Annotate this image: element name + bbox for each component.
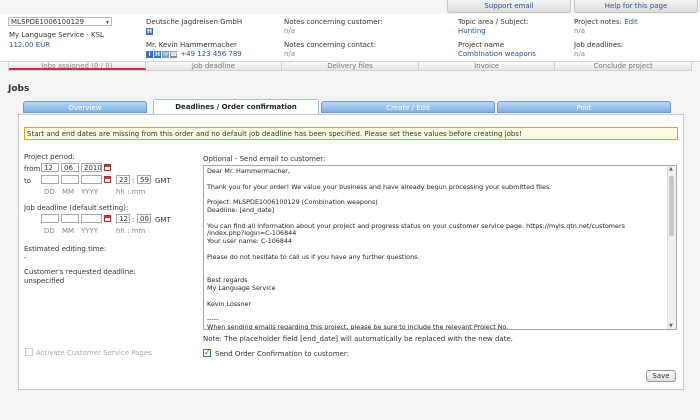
deadline-minute-input[interactable]: 00 [137,214,151,223]
scrollbar[interactable]: ▲ ▼ [667,166,676,329]
project-period-label: Project period: [24,153,75,161]
contact-notes-value: n/a [284,50,296,58]
help-button[interactable]: Help for this page [574,0,698,13]
gmt-label: GMT [155,216,171,224]
calendar-icon[interactable] [104,164,111,171]
jobs-tabs: Overview Deadlines / Order confirmation … [23,99,673,114]
to-month-input[interactable] [61,175,79,184]
project-notes-label-row: Project notes: Edit [574,18,638,26]
from-year-input[interactable]: 2010 [81,163,102,172]
scroll-down-icon[interactable]: ▼ [669,323,673,329]
tab-invoice[interactable]: Invoice [419,62,556,70]
scroll-thumb[interactable] [669,176,674,236]
phone-icon[interactable]: ☎ [170,50,177,58]
customer-notes-value: n/a [284,27,296,35]
activate-csp-checkbox[interactable] [25,348,33,356]
order-amount: 112.00 EUR [9,41,51,49]
project-name-value: Combination weapons [458,50,536,58]
to-year-input[interactable] [81,175,102,184]
tab-delivery-files[interactable]: Delivery files [282,62,419,70]
deadline-hour-input[interactable]: 12 [116,214,130,223]
info-icon[interactable]: i [146,50,153,58]
job-deadlines-label: Job deadlines: [574,41,624,49]
from-month-input[interactable]: 06 [61,163,79,172]
to-label: to [24,177,32,185]
requested-deadline-label: Customer's requested deadline: [24,268,136,276]
project-section-tabs: Jobs assigned (0 / 0) Job deadline Deliv… [8,61,692,71]
activate-csp-label: Activate Customer Service Pages [36,349,152,357]
day-hint: DD [44,188,55,196]
placeholder-note: Note: The placeholder field [end_date] w… [203,335,513,343]
tab-job-deadline[interactable]: Job deadline [146,62,283,70]
email-body-text: Dear Mr. Hammermacher, Thank you for you… [207,167,625,330]
deadline-month-input[interactable] [61,214,79,223]
requested-deadline-value: unspecified [24,277,65,285]
tab-jobs-assigned[interactable]: Jobs assigned (0 / 0) [9,62,146,70]
contact-name: Mr. Kevin Hammermacher [146,41,237,49]
tab-overview[interactable]: Overview [23,101,147,113]
from-label: from [24,165,41,173]
default-deadline-label: Job deadline (default setting): [24,204,129,212]
order-select[interactable]: MLSPDE1006100129 ▾ [8,17,112,26]
edit-project-notes-link[interactable]: Edit [624,18,638,26]
tab-create-edit[interactable]: Create / Edit [321,101,495,113]
project-name-label: Project name [458,41,505,49]
project-notes-label: Project notes: [574,18,622,26]
scroll-up-icon[interactable]: ▲ [669,166,673,172]
email-label: Optional - Send email to customer: [203,155,326,163]
contact-h-icon[interactable]: H [154,50,161,58]
estimated-time-label: Estimated editing time: [24,245,107,253]
time-hint: hh : mm [116,227,146,235]
send-confirmation-checkbox[interactable] [203,348,211,357]
agency-name: Deutsche Jagdreisen GmbH [146,18,243,26]
to-day-input[interactable] [41,175,59,184]
job-deadlines-value: n/a [574,50,586,58]
agency-badge[interactable]: H [146,27,154,35]
agency-h-icon: H [146,27,153,35]
year-hint: YYYY [81,227,99,235]
chevron-down-icon: ▾ [105,19,109,26]
to-hour-input[interactable]: 23 [116,175,130,184]
mail-icon[interactable]: ✉ [162,50,169,58]
to-minute-input[interactable]: 59 [137,175,151,184]
customer-notes-label: Notes concerning customer: [284,18,383,26]
contact-notes-label: Notes concerning contact: [284,41,376,49]
contact-icons: i H ✉ ☎ +49 123 456 789 [146,50,242,58]
contact-phone[interactable]: +49 123 456 789 [180,50,242,58]
deadline-day-input[interactable] [41,214,59,223]
calendar-icon[interactable] [104,215,111,222]
time-separator: : [132,216,135,224]
deadline-year-input[interactable] [81,214,102,223]
day-hint: DD [44,227,55,235]
client-name: My Language Service - KSL [9,31,104,39]
missing-dates-warning: Start and end dates are missing from thi… [24,127,678,140]
topic-value: Hunting [458,27,486,35]
estimated-time-value: - [24,254,27,262]
page-title: Jobs [8,84,30,94]
gmt-label: GMT [155,177,171,185]
tab-post[interactable]: Post [497,101,671,113]
send-confirmation-label: Send Order Confirmation to customer: [215,350,349,358]
order-number: MLSPDE1006100129 [11,18,84,26]
support-email-button[interactable]: Support email [447,0,571,13]
tab-conclude-project[interactable]: Conclude project [555,62,691,70]
month-hint: MM [62,188,75,196]
calendar-icon[interactable] [104,176,111,183]
email-body-textarea[interactable]: Dear Mr. Hammermacher, Thank you for you… [203,165,677,330]
save-button[interactable]: Save [646,370,676,382]
tab-deadlines-order-confirmation[interactable]: Deadlines / Order confirmation [153,99,319,114]
year-hint: YYYY [81,188,99,196]
from-day-input[interactable]: 12 [41,163,59,172]
month-hint: MM [62,227,75,235]
time-hint: hh : mm [116,188,146,196]
time-separator: : [132,177,135,185]
topic-label: Topic area / Subject: [458,18,529,26]
project-notes-value: n/a [574,27,586,35]
